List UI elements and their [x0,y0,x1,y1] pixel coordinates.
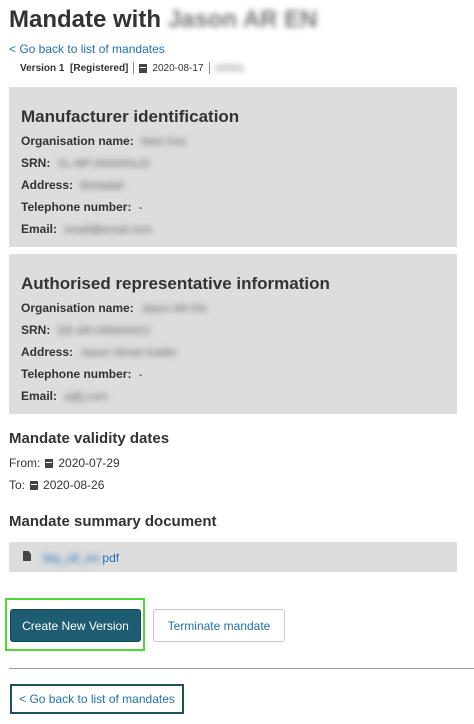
back-to-mandates-button[interactable]: < Go back to list of mandates [10,684,184,714]
manufacturer-email-row: Email: email@email.com [21,222,152,236]
manufacturer-srn-row: SRN: XL-MF-000000123 [21,156,149,170]
calendar-icon [45,458,54,468]
page-title-name: Jason AR EN [167,6,318,33]
summary-doc-name: faq_ult_en. [43,551,103,565]
page-title: Mandate with Jason AR EN [9,6,318,34]
version-extra: v00001 [214,63,245,73]
to-date: 2020-08-26 [43,478,105,492]
field-label: Telephone number: [21,367,132,381]
validity-to-row: To: 2020-08-26 [9,478,104,492]
representative-srn-row: SRN: DE-AR-000000021 [21,323,151,337]
version-label: Version [20,62,57,74]
field-value: Med One [141,136,187,148]
manufacturer-panel: Manufacturer identification Organisation… [9,87,457,247]
field-value: XL-MF-000000123 [57,158,150,170]
manufacturer-org-row: Organisation name: Med One [21,134,186,148]
field-label: Email: [21,222,58,236]
field-value: DE-AR-000000021 [57,325,151,337]
file-icon [23,551,31,561]
field-label: Address: [21,178,74,192]
page-title-prefix: Mandate with [9,6,162,33]
field-value: a@j.com [64,391,108,403]
field-label: SRN: [21,156,51,170]
representative-org-row: Organisation name: Jason AR EN [21,301,206,315]
field-value: - [138,369,143,381]
version-status: [Registered] [70,62,129,74]
representative-phone-row: Telephone number: - [21,367,142,381]
representative-heading: Authorised representative information [21,274,330,293]
representative-panel: Authorised representative information Or… [9,254,457,414]
summary-doc-link[interactable]: faq_ult_en.pdf [43,551,119,565]
from-label: From: [9,456,41,470]
create-new-version-button[interactable]: Create New Version [10,609,141,642]
field-label: SRN: [21,323,51,337]
field-label: Address: [21,345,74,359]
summary-doc-heading: Mandate summary document [9,513,217,530]
field-label: Organisation name: [21,301,134,315]
meta-divider [133,62,135,74]
field-value: - [138,202,143,214]
section-divider [9,668,474,669]
calendar-icon [139,63,148,73]
summary-doc-bar: faq_ult_en.pdf [9,542,457,572]
representative-address-row: Address: Jason Street Dublin [21,345,176,359]
field-label: Organisation name: [21,134,134,148]
field-value: Jason AR EN [141,303,207,315]
manufacturer-address-row: Address: Borbalah [21,178,124,192]
calendar-icon [30,480,39,490]
field-value: Jason Street Dublin [80,347,177,359]
summary-doc-ext: pdf [102,551,120,565]
field-value: Borbalah [80,180,125,192]
validity-from-row: From: 2020-07-29 [9,456,120,470]
version-number: 1 [58,62,65,74]
from-date: 2020-07-29 [58,456,120,470]
version-meta: Version 1 [Registered] 2020-08-17 v00001 [20,62,244,74]
to-label: To: [9,478,26,492]
field-label: Telephone number: [21,200,132,214]
field-label: Email: [21,389,58,403]
back-to-mandates-link[interactable]: < Go back to list of mandates [9,42,165,56]
field-value: email@email.com [64,224,152,236]
manufacturer-phone-row: Telephone number: - [21,200,142,214]
meta-divider [208,62,210,74]
version-date: 2020-08-17 [152,62,204,74]
representative-email-row: Email: a@j.com [21,389,108,403]
validity-heading: Mandate validity dates [9,430,170,447]
manufacturer-heading: Manufacturer identification [21,107,240,126]
terminate-mandate-button[interactable]: Terminate mandate [153,609,285,642]
